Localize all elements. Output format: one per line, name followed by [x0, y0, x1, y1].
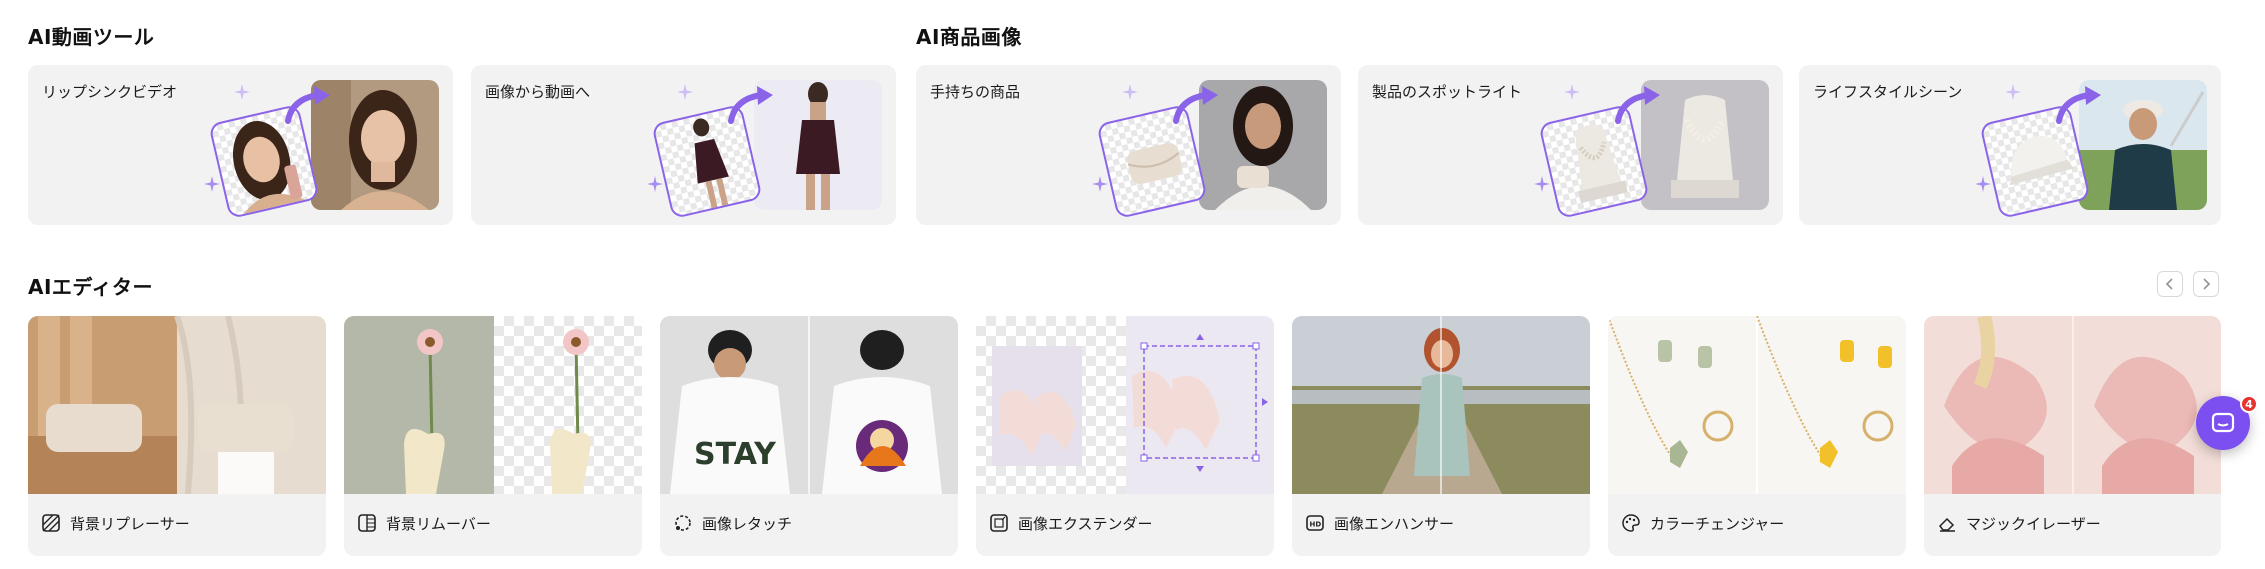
feature-card-product-spotlight[interactable]: 製品のスポットライト [1358, 65, 1783, 225]
card-preview-image [976, 316, 1274, 494]
hd-icon: HD [1306, 515, 1324, 531]
background-remove-icon [358, 514, 376, 532]
section-title-video-tools: AI動画ツール [28, 25, 155, 49]
editor-card-background-replacer[interactable]: 背景リプレーサー [28, 316, 326, 556]
card-preview-image [28, 316, 326, 494]
editor-card-label: カラーチェンジャー [1650, 514, 1785, 533]
card-preview-image [1924, 316, 2221, 494]
sparkle-icon [1122, 84, 1138, 100]
editor-card-magic-eraser[interactable]: マジックイレーザー [1924, 316, 2221, 556]
sparkle-icon [234, 84, 250, 100]
carousel-next-button[interactable] [2193, 271, 2219, 297]
editor-card-image-extender[interactable]: 画像エクステンダー [976, 316, 1274, 556]
editor-card-label: 画像エクステンダー [1018, 514, 1153, 533]
retouch-icon [675, 515, 691, 531]
extend-icon [990, 514, 1008, 532]
arrow-icon [1615, 86, 1660, 124]
feature-card-lipsync[interactable]: リップシンクビデオ [28, 65, 453, 225]
card-preview-image [1292, 316, 1590, 494]
feature-card-handheld-product[interactable]: 手持ちの商品 [916, 65, 1341, 225]
editor-card-image-enhancer[interactable]: HD 画像エンハンサー [1292, 316, 1590, 556]
editor-card-label: 背景リプレーサー [70, 514, 190, 533]
sparkle-icon [2005, 84, 2021, 100]
editor-card-background-remover[interactable]: 背景リムーバー [344, 316, 642, 556]
arrow-icon [728, 86, 773, 124]
sparkle-icon [1534, 176, 1550, 192]
editor-card-color-changer[interactable]: カラーチェンジャー [1608, 316, 1906, 556]
carousel-prev-button[interactable] [2157, 271, 2183, 297]
feature-card-lifestyle-scene[interactable]: ライフスタイルシーン [1799, 65, 2221, 225]
section-title-product-images: AI商品画像 [916, 25, 1022, 49]
sparkle-icon [1564, 84, 1580, 100]
palette-icon [1622, 514, 1640, 532]
chevron-left-icon [2165, 278, 2173, 290]
sparkle-icon [647, 176, 663, 192]
editor-card-label: マジックイレーザー [1966, 514, 2101, 533]
sparkle-icon [1975, 176, 1991, 192]
feature-card-label: リップシンクビデオ [42, 83, 178, 101]
chevron-right-icon [2203, 278, 2211, 290]
editor-card-image-retouch[interactable]: STAY 画像レタッチ [660, 316, 958, 556]
editor-card-label: 背景リムーバー [386, 514, 491, 533]
section-title-editor: AIエディター [28, 275, 154, 299]
background-replace-icon [42, 514, 60, 532]
editor-card-label: 画像レタッチ [702, 514, 793, 533]
arrow-icon [2056, 86, 2101, 124]
arrow-icon [285, 86, 330, 124]
eraser-icon [1939, 517, 1955, 532]
svg-text:HD: HD [1310, 521, 1322, 529]
sparkle-icon [1092, 176, 1108, 192]
feature-card-label: 手持ちの商品 [930, 83, 1021, 101]
arrow-icon [1173, 86, 1218, 124]
notification-badge: 4 [2240, 395, 2258, 413]
feature-card-label: ライフスタイルシーン [1813, 83, 1963, 101]
card-preview-image [344, 316, 642, 494]
feature-card-image-to-video[interactable]: 画像から動画へ [471, 65, 896, 225]
editor-card-label: 画像エンハンサー [1334, 514, 1455, 533]
card-preview-image: STAY [660, 316, 958, 494]
card-preview-image [1608, 316, 1906, 494]
svg-text:STAY: STAY [694, 437, 777, 472]
feature-card-label: 製品のスポットライト [1372, 83, 1523, 101]
sparkle-icon [204, 176, 220, 192]
sparkle-icon [677, 84, 693, 100]
feature-card-label: 画像から動画へ [485, 83, 591, 101]
chat-icon [2211, 412, 2235, 433]
